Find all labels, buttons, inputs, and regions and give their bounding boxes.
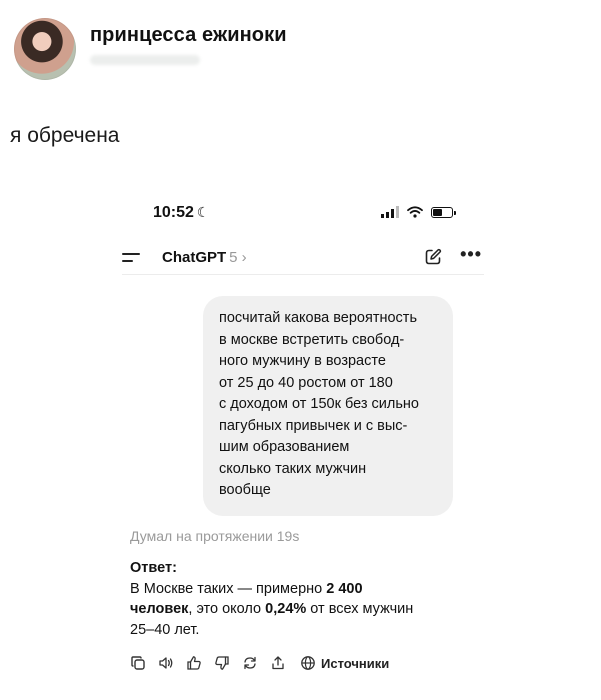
thumbs-up-icon[interactable] — [186, 655, 202, 671]
status-time-text: 10:52 — [153, 204, 194, 221]
globe-icon — [301, 656, 315, 670]
answer-line: человек, это около 0,24% от всех мужчин — [130, 599, 490, 620]
thinking-duration[interactable]: Думал на протяжении 19s — [130, 528, 299, 544]
user-message-line: посчитай какова вероятность — [219, 310, 418, 326]
message-actions: Источники — [130, 655, 389, 671]
model-version: 5 › — [229, 249, 247, 266]
answer-text: от всех мужчин — [306, 601, 414, 617]
post-header: принцесса ежиноки — [14, 18, 287, 80]
wifi-icon — [407, 206, 423, 218]
user-message-line: пагубных привычек и с выс- — [219, 417, 408, 434]
user-message-line: сколько таких мужчин — [219, 460, 367, 477]
speaker-icon[interactable] — [158, 655, 174, 671]
sources-label: Источники — [321, 655, 390, 671]
regenerate-icon[interactable] — [242, 655, 258, 671]
status-bar: 10:52 ☾ — [153, 204, 456, 226]
user-message-bubble: посчитай какова вероятность в москве вст… — [203, 296, 453, 516]
share-icon[interactable] — [270, 655, 286, 671]
answer-heading: Ответ: — [130, 560, 177, 576]
user-message-line: шим образованием — [219, 439, 350, 455]
model-selector[interactable]: ChatGPT 5 › — [162, 249, 247, 266]
thumbs-down-icon[interactable] — [214, 655, 230, 671]
sources-button[interactable]: Источники — [300, 655, 389, 671]
menu-icon[interactable] — [122, 253, 142, 265]
user-message-line: от 25 до 40 ростом от 180 — [219, 374, 393, 391]
post-text: я обречена — [10, 124, 120, 147]
more-options-icon[interactable]: ••• — [460, 244, 482, 265]
status-time: 10:52 ☾ — [153, 204, 209, 222]
user-message-line: ного мужчину в возрасте — [219, 353, 386, 369]
new-chat-icon[interactable] — [424, 248, 442, 266]
embedded-screenshot: 10:52 ☾ ChatGPT 5 › ••• посчитай какова … — [108, 194, 498, 694]
answer-line: 25–40 лет. — [130, 621, 200, 638]
user-message-line: с доходом от 150к без сильно — [219, 396, 419, 412]
answer-line: В Москве таких — примерно 2 400 — [130, 579, 490, 600]
user-message-line: в москве встретить свобод- — [219, 331, 405, 348]
answer-count: 2 400 — [326, 580, 363, 597]
signal-icon — [381, 206, 399, 218]
assistant-answer: Ответ: В Москве таких — примерно 2 400 ч… — [130, 558, 490, 640]
battery-fill — [433, 208, 442, 216]
focus-moon-icon: ☾ — [196, 204, 210, 220]
answer-unit: человек — [130, 601, 189, 617]
answer-text: , это около — [188, 601, 266, 617]
answer-percent: 0,24% — [265, 601, 307, 617]
copy-icon[interactable] — [130, 655, 146, 671]
status-icons — [381, 206, 456, 218]
chat-title: ChatGPT — [162, 249, 227, 266]
avatar[interactable] — [14, 18, 76, 80]
author-block: принцесса ежиноки — [90, 24, 287, 65]
battery-icon — [431, 206, 456, 218]
answer-text: В Москве таких — примерно — [130, 580, 327, 597]
author-name[interactable]: принцесса ежиноки — [90, 24, 287, 47]
user-message-line: вообще — [219, 482, 271, 498]
chat-header: ChatGPT 5 › ••• — [122, 244, 484, 275]
author-handle-blurred — [90, 55, 200, 65]
model-version-number: 5 — [229, 249, 238, 266]
